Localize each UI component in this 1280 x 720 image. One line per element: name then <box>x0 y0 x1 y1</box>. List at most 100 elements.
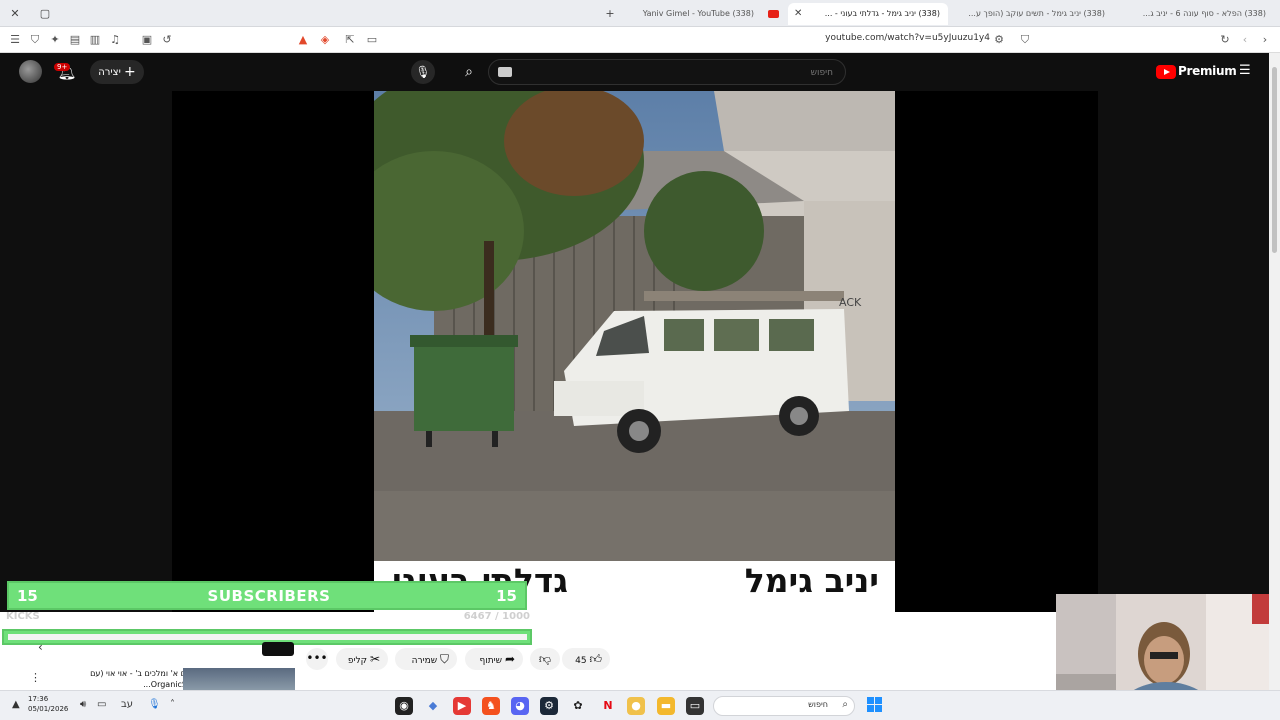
forward-icon[interactable]: › <box>1258 33 1272 47</box>
terminal-icon[interactable]: ▭ <box>686 697 704 715</box>
share-button[interactable]: ➦ שיתוף <box>465 648 523 670</box>
voice-search-mic-icon[interactable]: 🎙︎ <box>411 60 435 84</box>
tab-overview-icon[interactable]: ▢ <box>37 6 53 22</box>
language-indicator[interactable]: עב <box>121 699 133 710</box>
app-icon[interactable]: ◆ <box>424 697 442 715</box>
save-button[interactable]: ⛉ שמירה <box>395 648 457 670</box>
kicks-label: KICKS <box>6 611 40 622</box>
network-icon[interactable]: ▭ <box>97 699 106 710</box>
clock-date: 05/01/2026 <box>28 705 69 713</box>
search-icon[interactable]: ⌕ <box>451 59 487 85</box>
subscriber-goal-overlay: 15 SUBSCRIBERS 15 <box>7 581 527 610</box>
save-label: שמירה <box>411 656 438 666</box>
shield-icon[interactable]: ⛉ <box>28 33 42 47</box>
thumbs-up-icon: 👍︎ <box>589 652 602 666</box>
tab-yaniv-gimel-channel[interactable]: (338) Yaniv Gimel - YouTube <box>622 3 762 25</box>
back-icon[interactable]: ‹ <box>1238 33 1252 47</box>
like-count: 45 <box>575 656 587 666</box>
tray-overflow-chevron-icon[interactable]: ˄ <box>170 699 175 710</box>
kicks-progress-track <box>8 634 527 640</box>
more-options-icon[interactable]: ⋮ <box>30 671 41 684</box>
dislike-button[interactable]: 👎︎ <box>530 648 560 670</box>
discord-icon[interactable]: ◕ <box>511 697 529 715</box>
clip-button[interactable]: ✂ קליפ <box>336 648 388 670</box>
create-label: יצירה <box>98 67 121 78</box>
share-page-icon[interactable]: ⇱ <box>343 33 357 47</box>
recommended-video-thumbnail[interactable] <box>183 668 295 690</box>
search-field[interactable] <box>488 59 846 85</box>
guide-menu-icon[interactable]: ☰ <box>1239 64 1253 78</box>
address-bar[interactable]: youtube.com/watch?v=u5yJuuzu1y4 <box>820 33 990 43</box>
thumbs-down-icon: 👎︎ <box>538 652 552 666</box>
kicks-goal-row: KICKS 6467 / 1000 <box>6 611 530 627</box>
warning-icon[interactable]: ▲ <box>296 33 310 47</box>
tab-label: (338) יניב גימל - תשים עוקב (הופך ע... <box>968 9 1105 18</box>
more-actions-button[interactable]: ••• <box>306 648 328 670</box>
subscriber-count-right: 15 <box>496 587 517 605</box>
volume-icon[interactable]: 🔊︎ <box>80 699 86 710</box>
chevron-left-icon[interactable]: ‹ <box>38 640 43 654</box>
browser-tab-strip: ✕ ▢ + (338) Yaniv Gimel - YouTube (338) … <box>0 0 1280 27</box>
search-input[interactable] <box>533 64 833 82</box>
brave-shield-icon[interactable]: ◈ <box>318 33 332 47</box>
tab-current-video[interactable]: (338) יניב גימל - גדלתי בעוני - ... ✕ <box>788 3 948 25</box>
recommended-video-item[interactable]: ⋮ מלכים א' ומלכים ב' - אוי אוי (עם Organ… <box>24 668 296 690</box>
notification-badge: 9+ <box>54 63 71 71</box>
tab-label: (338) יניב גימל - גדלתי בעוני - ... <box>824 9 940 18</box>
youtube-header: 🔔︎ 9+ + יצירה 🎙︎ ⌕ Premium ☰ <box>0 53 1280 91</box>
reader-icon[interactable]: ▥ <box>88 33 102 47</box>
avatar[interactable] <box>19 60 42 83</box>
obs-icon[interactable]: ◉ <box>395 697 413 715</box>
cast-icon[interactable]: ▭ <box>365 33 379 47</box>
windows-start-icon[interactable] <box>867 697 883 713</box>
tab-season-finale[interactable]: (338) הפלא - סוף עונה 6 - יניב ג... <box>1116 3 1274 25</box>
create-button[interactable]: + יצירה <box>90 60 144 84</box>
subscribers-label: SUBSCRIBERS <box>207 587 331 605</box>
cover-photo: ACK <box>374 91 895 561</box>
menu-icon[interactable]: ☰ <box>8 33 22 47</box>
close-window-icon[interactable]: ✕ <box>7 6 23 22</box>
cover-artist-text: יניב גימל <box>744 561 879 600</box>
tab-label: (338) Yaniv Gimel - YouTube <box>642 9 754 18</box>
microphone-icon[interactable]: 🎙︎ <box>148 699 161 710</box>
media-player-icon[interactable]: ▶ <box>453 697 471 715</box>
share-icon: ➦ <box>504 652 515 666</box>
brave-browser-icon[interactable]: ♞ <box>482 697 500 715</box>
tab-follow-video[interactable]: (338) יניב גימל - תשים עוקב (הופך ע... <box>953 3 1113 25</box>
share-label: שיתוף <box>479 656 503 666</box>
recommended-video-title[interactable]: מלכים א' ומלכים ב' - אוי אוי (עם Organic… <box>52 668 202 690</box>
bookmark-save-icon: ⛉ <box>439 652 449 666</box>
screenshot-icon[interactable]: ▣ <box>140 33 154 47</box>
album-cover: ACK יניב גימל גדלתי בעוני <box>374 91 895 612</box>
youtube-play-icon <box>1156 65 1176 79</box>
taskbar-search-box[interactable]: חיפוש ⌕ <box>713 696 855 716</box>
tray-app-icon[interactable]: ▲ <box>12 699 20 710</box>
premium-label: Premium <box>1178 64 1237 78</box>
browser-toolbar: ☰ ⛉ ✦ ▤ ▥ ♫ ▣ ↺ ▲ ◈ ⇱ ▭ youtube.com/watc… <box>0 27 1280 53</box>
scrollbar-thumb[interactable] <box>1272 67 1277 253</box>
close-tab-icon[interactable]: ✕ <box>794 3 802 25</box>
bookmark-icon[interactable]: ⛉ <box>1018 33 1032 47</box>
plus-icon: + <box>124 64 136 80</box>
steam-icon[interactable]: ⚙ <box>540 697 558 715</box>
file-explorer-icon[interactable]: ▬ <box>657 697 675 715</box>
like-button[interactable]: 👍︎ 45 <box>562 648 610 670</box>
new-tab-icon[interactable]: + <box>602 6 618 22</box>
reload-icon[interactable]: ↻ <box>1218 33 1232 47</box>
page-scrollbar[interactable] <box>1269 53 1280 690</box>
netflix-icon[interactable]: N <box>599 697 617 715</box>
sidebar-icon[interactable]: ▤ <box>68 33 82 47</box>
clock[interactable]: 17:36 05/01/2026 <box>28 694 68 714</box>
svg-text:ACK: ACK <box>839 296 862 309</box>
clock-time: 17:36 <box>28 695 49 703</box>
chip-all[interactable] <box>262 642 294 656</box>
taskbar-search-placeholder: חיפוש <box>808 700 828 709</box>
puzzle-icon[interactable]: ✦ <box>48 33 62 47</box>
music-icon[interactable]: ♫ <box>108 33 122 47</box>
keyboard-icon[interactable] <box>498 67 512 77</box>
app-paint-icon[interactable]: ● <box>627 697 645 715</box>
history-icon[interactable]: ↺ <box>160 33 174 47</box>
site-settings-icon[interactable]: ⚙ <box>992 33 1006 47</box>
chatgpt-icon[interactable]: ✿ <box>569 697 587 715</box>
screen: ✕ ▢ + (338) Yaniv Gimel - YouTube (338) … <box>0 0 1280 720</box>
